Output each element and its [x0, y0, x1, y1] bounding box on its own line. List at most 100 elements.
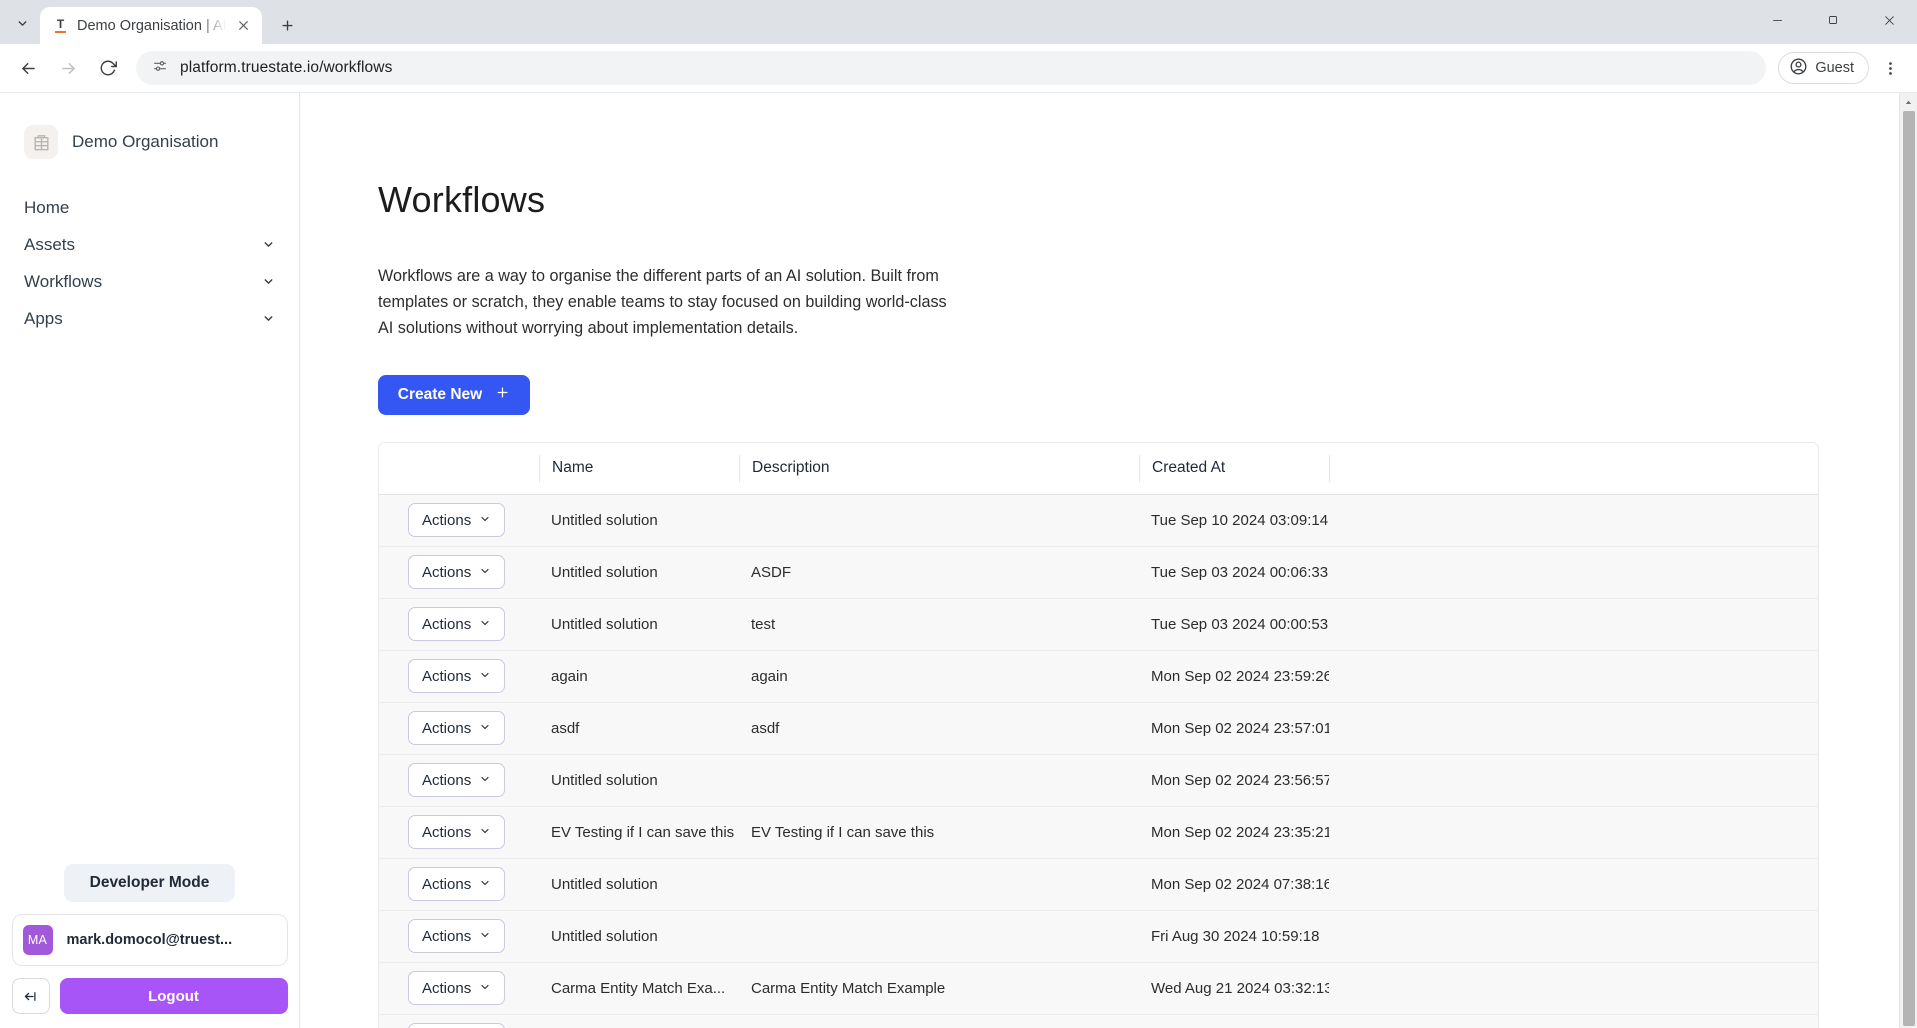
create-new-button[interactable]: Create New — [378, 374, 530, 415]
chevron-down-icon — [479, 564, 491, 581]
tab-search-icon[interactable] — [4, 5, 40, 41]
table-cell-created-at: Mon Sep 02 2024 23:59:26 — [1151, 667, 1329, 685]
user-email: mark.domocol@truest... — [66, 932, 233, 948]
actions-button-label: Actions — [422, 771, 472, 789]
table-cell-actions: Actions — [379, 555, 539, 590]
actions-button[interactable]: Actions — [408, 971, 506, 1006]
table-cell-extra — [1329, 819, 1818, 846]
actions-button[interactable]: Actions — [408, 815, 506, 850]
table-row[interactable]: Actions Untitled solution Mon Sep 02 2024 … — [379, 754, 1818, 807]
page-description: Workflows are a way to organise the diff… — [378, 267, 947, 338]
table-cell-extra — [1329, 923, 1818, 950]
table-cell-actions: Actions — [379, 711, 539, 746]
scrollbar-thumb[interactable] — [1902, 111, 1915, 1026]
user-card[interactable]: MA mark.domocol@truest... — [11, 914, 288, 966]
table-cell-description — [739, 871, 1139, 898]
chevron-down-icon — [479, 616, 491, 633]
chevron-down-icon[interactable] — [262, 312, 275, 325]
developer-mode-button[interactable]: Developer Mode — [63, 864, 236, 902]
table-cell-created-at: Mon Sep 02 2024 07:38:16 — [1151, 875, 1329, 893]
letter-t-favicon: T — [52, 17, 69, 34]
sidebar-item-apps[interactable]: Apps — [0, 300, 299, 337]
table-row[interactable]: Actions Untitled solution Fri Aug 30 2024 … — [379, 910, 1818, 963]
table-cell-name: Untitled solution — [551, 615, 658, 633]
table-cell-description: asdf — [751, 719, 780, 737]
table-row[interactable]: Actions Untitled solution test Tue Sep 03 2… — [379, 598, 1818, 651]
page-title: Workflows — [378, 179, 546, 220]
chevron-down-icon — [479, 772, 491, 789]
actions-button[interactable]: Actions — [408, 867, 506, 902]
profile-chip[interactable]: Guest — [1778, 52, 1869, 84]
close-icon[interactable] — [234, 16, 253, 35]
address-bar[interactable]: platform.truestate.io/workflows — [136, 51, 1767, 85]
back-button[interactable] — [10, 50, 46, 86]
sidebar-item-label: Workflows — [24, 272, 103, 291]
favicon-letter: T — [56, 17, 65, 31]
address-bar-url: platform.truestate.io/workflows — [180, 59, 393, 76]
sidebar-item-assets[interactable]: Assets — [0, 226, 299, 263]
sidebar-item-label: Assets — [24, 235, 76, 254]
new-tab-button[interactable] — [270, 8, 304, 42]
table-cell-description — [739, 507, 1139, 534]
chevron-down-icon — [479, 668, 491, 685]
table-cell-created-at: Tue Sep 10 2024 03:09:14 — [1151, 511, 1329, 529]
table-cell-extra — [1329, 715, 1818, 742]
chevron-down-icon[interactable] — [262, 275, 275, 288]
table-cell-extra — [1329, 611, 1818, 638]
table-cell-extra — [1329, 767, 1818, 794]
site-settings-icon[interactable] — [152, 58, 168, 79]
window-controls — [1749, 0, 1917, 40]
window-close-icon[interactable] — [1861, 0, 1917, 40]
sidebar-nav: Home Assets Workflows Apps — [0, 189, 299, 337]
table-cell-actions: Actions — [379, 815, 539, 850]
table-cell-name: Untitled solution — [551, 771, 658, 789]
actions-button[interactable]: Actions — [408, 1023, 506, 1028]
table-row[interactable]: Actions Carma Entity Match Exa... Carma En… — [379, 962, 1818, 1015]
actions-button[interactable]: Actions — [408, 763, 506, 798]
actions-button[interactable]: Actions — [408, 711, 506, 746]
table-row[interactable]: Actions Untitled solution ASDF Tue Sep 03 2… — [379, 546, 1818, 599]
table-header-row: Name Description Created At — [379, 442, 1818, 495]
table-row[interactable]: Actions again again Mon Sep 02 2024 23:59:2… — [379, 650, 1818, 703]
sidebar: Demo Organisation Home Assets Workflows — [0, 93, 300, 1028]
chevron-down-icon — [479, 928, 491, 945]
table-cell-name: Carma Entity Match Exa... — [551, 979, 726, 997]
table-cell-actions: Actions — [379, 1023, 539, 1028]
actions-button[interactable]: Actions — [408, 555, 506, 590]
minimize-icon[interactable] — [1749, 0, 1805, 40]
table-row[interactable]: Actions EV Testing if I can save this EV T… — [379, 806, 1818, 859]
collapse-sidebar-icon[interactable] — [11, 978, 50, 1014]
reload-button[interactable] — [90, 50, 126, 86]
forward-button[interactable] — [50, 50, 86, 86]
table-cell-name: Untitled solution — [551, 875, 658, 893]
table-row[interactable]: Actions Untitled solution Tue Sep 10 2024 … — [379, 494, 1818, 547]
page-scrollbar[interactable] — [1899, 93, 1917, 1028]
page-viewport: Demo Organisation Home Assets Workflows — [0, 93, 1917, 1028]
scroll-up-icon[interactable] — [1904, 93, 1913, 111]
table-cell-description: Carma Entity Match Example — [751, 979, 946, 997]
actions-button[interactable]: Actions — [408, 607, 506, 642]
chevron-down-icon — [479, 980, 491, 997]
browser-window: T Demo Organisation | AI Platform — [0, 0, 1917, 1028]
organisation-header[interactable]: Demo Organisation — [0, 93, 299, 167]
kebab-menu-icon[interactable] — [1873, 51, 1907, 85]
actions-button[interactable]: Actions — [408, 919, 506, 954]
main-content: Workflows Workflows are a way to organis… — [300, 93, 1917, 1028]
table-row[interactable]: Actions asdf asdf Mon Sep 02 2024 23:57:01 — [379, 702, 1818, 755]
table-cell-actions: Actions — [379, 867, 539, 902]
table-row[interactable]: Actions Untitled solution Mon Sep 02 2024 … — [379, 858, 1818, 911]
chevron-down-icon[interactable] — [262, 238, 275, 251]
actions-button[interactable]: Actions — [408, 659, 506, 694]
logout-button[interactable]: Logout — [59, 978, 288, 1014]
browser-toolbar: platform.truestate.io/workflows Guest — [0, 44, 1917, 93]
sidebar-item-workflows[interactable]: Workflows — [0, 263, 299, 300]
actions-button-label: Actions — [422, 927, 472, 945]
maximize-icon[interactable] — [1805, 0, 1861, 40]
actions-button[interactable]: Actions — [408, 503, 506, 538]
actions-button-label: Actions — [422, 875, 472, 893]
favicon-underline — [55, 31, 66, 33]
table-header-created-at: Created At — [1139, 454, 1329, 482]
browser-tab[interactable]: T Demo Organisation | AI Platform — [40, 7, 262, 44]
sidebar-item-home[interactable]: Home — [0, 189, 299, 226]
table-row[interactable]: ActionsHeavy Equipment QACleans up quest… — [379, 1014, 1818, 1028]
